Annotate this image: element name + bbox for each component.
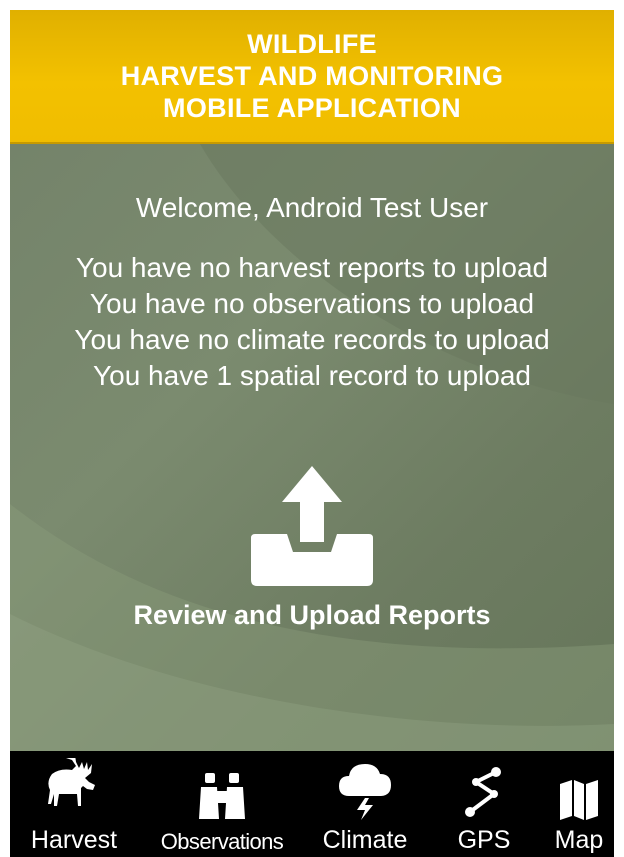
welcome-message: Welcome, Android Test User xyxy=(135,192,489,223)
climate-status: You have no climate records to upload xyxy=(74,324,550,355)
nav-gps[interactable]: GPS xyxy=(434,751,534,857)
upload-label: Review and Upload Reports xyxy=(133,600,491,630)
app-header: WILDLIFE HARVEST AND MONITORING MOBILE A… xyxy=(10,10,614,144)
binoculars-icon xyxy=(199,773,245,819)
nav-climate-label: Climate xyxy=(322,826,408,854)
spatial-status: You have 1 spatial record to upload xyxy=(93,360,531,391)
upload-icon xyxy=(251,466,373,586)
header-title-line-1: WILDLIFE xyxy=(247,29,377,59)
route-icon xyxy=(465,767,501,817)
nav-observations-label: Observations xyxy=(160,829,284,854)
observation-status: You have no observations to upload xyxy=(89,288,535,319)
nav-harvest-label: Harvest xyxy=(30,826,118,854)
bottom-navbar: Harvest Observations Climate GPS Map xyxy=(10,751,614,857)
nav-gps-label: GPS xyxy=(457,826,511,854)
nav-map-label: Map xyxy=(554,826,604,854)
moose-icon xyxy=(48,758,95,806)
review-upload-button[interactable]: Review and Upload Reports xyxy=(10,464,614,634)
nav-observations[interactable]: Observations xyxy=(148,751,296,857)
nav-climate[interactable]: Climate xyxy=(306,751,424,857)
main-content: Welcome, Android Test User You have no h… xyxy=(10,144,614,751)
header-title-line-2: HARVEST AND MONITORING xyxy=(120,61,504,91)
upload-status-list: You have no harvest reports to upload Yo… xyxy=(10,250,614,394)
storm-cloud-icon xyxy=(339,764,391,820)
nav-harvest[interactable]: Harvest xyxy=(10,751,138,857)
harvest-status: You have no harvest reports to upload xyxy=(75,252,549,283)
header-title-line-3: MOBILE APPLICATION xyxy=(163,93,461,123)
nav-map[interactable]: Map xyxy=(544,751,614,857)
background-swirl xyxy=(10,144,614,751)
app-screen: WILDLIFE HARVEST AND MONITORING MOBILE A… xyxy=(10,10,614,857)
map-icon xyxy=(560,780,598,820)
